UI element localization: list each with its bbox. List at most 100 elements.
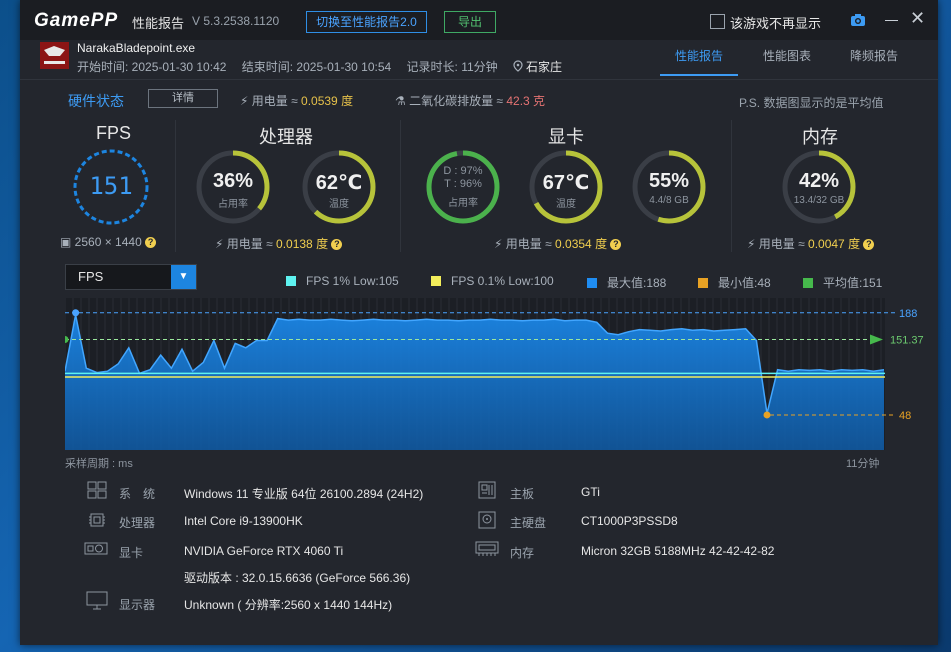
help-icon[interactable]: ?	[610, 239, 622, 251]
help-icon[interactable]: ?	[863, 239, 875, 251]
resolution-text: 2560 × 1440	[74, 235, 142, 249]
os-label: 系 统	[119, 487, 156, 501]
game-name: NarakaBladepoint.exe	[77, 41, 196, 55]
gpu-vram-gauge: 55% 4.4/8 GB	[630, 148, 708, 226]
switch-report-button[interactable]: 切换至性能报告2.0	[306, 11, 427, 33]
gpu-title: 显卡	[548, 127, 584, 147]
gpu-vram-value: 55%	[648, 170, 690, 192]
app-title: 性能报告	[132, 16, 185, 31]
max-label: 188	[899, 308, 917, 320]
minimize-button[interactable]	[885, 20, 898, 21]
start-time: 开始时间: 2025-01-30 10:42	[77, 60, 227, 74]
legend-01pct-low: FPS 0.1% Low:100	[431, 274, 554, 288]
memory-gauge: 42% 13.4/32 GB	[780, 148, 858, 226]
legend-label: FPS 0.1% Low:100	[451, 274, 554, 288]
total-power: ⚡ 用电量 ≈ 0.0539 度	[240, 92, 353, 109]
cpu-usage-gauge: 36% 占用率	[194, 148, 272, 226]
location: 石家庄	[513, 60, 574, 74]
cpu-temp-gauge: 62℃ 温度	[300, 148, 378, 226]
tab-throttle-report[interactable]: 降频报告	[850, 47, 898, 64]
legend-swatch	[803, 278, 813, 288]
end-time: 结束时间: 2025-01-30 10:54	[241, 60, 392, 74]
legend-label: FPS 1% Low:105	[306, 274, 399, 288]
cpu-power-label: 用电量 ≈	[226, 237, 277, 251]
legend-swatch	[431, 276, 441, 286]
gpu-d-usage: D : 97%	[443, 165, 483, 177]
export-button[interactable]: 导出	[444, 11, 496, 33]
divider	[175, 120, 176, 252]
gpu-power-value: 0.0354 度	[555, 237, 608, 251]
ram-icon	[475, 540, 499, 558]
metric-select[interactable]: FPS ▼	[65, 264, 197, 290]
memory-power: ⚡ 用电量 ≈ 0.0047 度 ?	[747, 235, 875, 252]
tab-performance-report[interactable]: 性能报告	[675, 47, 723, 64]
gpu-vram-sub: 4.4/8 GB	[649, 195, 689, 206]
gamepp-logo: GamePP	[34, 10, 119, 31]
motherboard-icon	[477, 481, 497, 499]
cpu-temp-label: 温度	[329, 199, 349, 210]
co2-value: 42.3 克	[506, 94, 546, 108]
windows-icon	[87, 481, 107, 499]
ram-label: 内存	[510, 546, 535, 560]
min-marker	[763, 411, 771, 419]
memory-sub: 13.4/32 GB	[793, 195, 845, 206]
cpu-value: Intel Core i9-13900HK	[184, 514, 303, 528]
monitor-icon	[86, 591, 108, 610]
screen-icon: ▣	[60, 235, 75, 249]
monitor-value: Unknown ( 分辨率:2560 x 1440 144Hz)	[184, 598, 393, 612]
x-axis-left-label: 采样周期 : ms	[65, 458, 133, 470]
cpu-usage-value: 36%	[212, 170, 254, 192]
motherboard-value: GTi	[581, 485, 600, 499]
legend-swatch	[286, 276, 296, 286]
hardware-status-title: 硬件状态	[68, 93, 124, 109]
duration: 记录时长: 11分钟	[406, 60, 498, 74]
flask-icon: ⚗	[395, 94, 410, 108]
memory-power-label: 用电量 ≈	[758, 237, 809, 251]
co2-emission: ⚗ 二氧化碳排放量 ≈ 42.3 克	[395, 92, 545, 109]
legend-label: 最小值:48	[718, 276, 771, 290]
fps-value: 151	[89, 172, 133, 200]
cpu-usage-label: 占用率	[218, 199, 248, 210]
header-divider	[20, 79, 938, 80]
cpu-icon	[87, 511, 107, 529]
cpu-power-value: 0.0138 度	[276, 237, 329, 251]
min-label: 48	[899, 410, 911, 422]
monitor-label: 显示器	[119, 598, 156, 612]
resolution: ▣ 2560 × 1440 ?	[60, 235, 157, 249]
gpu-usage-gauge: D : 97% T : 96% 占用率	[424, 148, 502, 226]
legend-swatch	[698, 278, 708, 288]
cpu-label: 处理器	[119, 516, 156, 530]
legend-label: 最大值:188	[607, 276, 667, 290]
legend-max: 最大值:188	[587, 274, 666, 291]
detail-button[interactable]: 详情	[148, 89, 218, 108]
gpu-label: 显卡	[119, 546, 144, 560]
help-icon[interactable]: ?	[145, 237, 157, 249]
ram-value: Micron 32GB 5188MHz 42-42-42-82	[581, 544, 775, 558]
memory-value: 42%	[798, 170, 840, 192]
legend-label: 平均值:151	[823, 276, 883, 290]
no-show-label: 该游戏不再显示	[730, 16, 822, 31]
gpu-value: NVIDIA GeForce RTX 4060 Ti	[184, 544, 344, 558]
gamepp-window: GamePP 性能报告 V 5.3.2538.1120 切换至性能报告2.0 导…	[20, 0, 938, 645]
max-marker	[72, 309, 80, 317]
os-value: Windows 11 专业版 64位 26100.2894 (24H2)	[184, 487, 424, 501]
gpu-power: ⚡ 用电量 ≈ 0.0354 度 ?	[494, 235, 622, 252]
power-icon: ⚡	[240, 94, 252, 108]
active-tab-indicator	[660, 74, 738, 76]
gpu-power-label: 用电量 ≈	[505, 237, 556, 251]
gpu-temp-label: 温度	[556, 199, 576, 210]
tab-performance-charts[interactable]: 性能图表	[763, 47, 811, 64]
camera-icon[interactable]	[850, 12, 866, 28]
disk-label: 主硬盘	[510, 516, 547, 530]
no-show-checkbox[interactable]	[710, 14, 725, 29]
fps-gauge: 151	[72, 148, 150, 226]
gpu-usage-label: 占用率	[448, 198, 478, 209]
power-value: 0.0539 度	[301, 94, 354, 108]
close-button[interactable]: ✕	[910, 9, 926, 27]
gpu-icon	[84, 540, 108, 558]
location-pin-icon	[513, 60, 523, 72]
chevron-down-icon[interactable]: ▼	[171, 265, 196, 289]
help-icon[interactable]: ?	[331, 239, 343, 251]
legend-avg: 平均值:151	[803, 274, 882, 291]
cpu-power: ⚡ 用电量 ≈ 0.0138 度 ?	[215, 235, 343, 252]
